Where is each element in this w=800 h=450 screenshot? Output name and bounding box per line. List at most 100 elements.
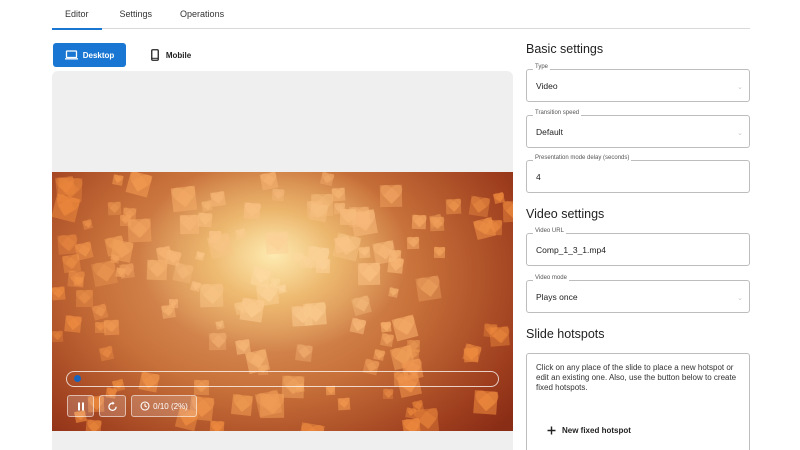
video-mode-label: Video mode xyxy=(533,275,569,281)
bokeh-heart xyxy=(415,275,442,302)
bokeh-heart xyxy=(388,287,400,299)
bokeh-heart xyxy=(358,247,370,259)
video-url-label: Video URL xyxy=(533,228,566,234)
type-label: Type xyxy=(533,64,551,70)
bokeh-heart xyxy=(67,270,85,289)
bokeh-heart xyxy=(308,202,329,222)
bokeh-heart xyxy=(194,251,205,262)
video-preview[interactable]: 0/10 (2%) xyxy=(52,172,513,431)
bokeh-heart xyxy=(52,193,81,223)
desktop-icon xyxy=(64,50,78,60)
type-value: Video xyxy=(536,81,558,91)
bokeh-heart xyxy=(350,295,373,317)
bokeh-heart xyxy=(411,215,427,230)
bokeh-heart xyxy=(90,259,118,287)
bokeh-heart xyxy=(235,227,247,240)
bokeh-heart xyxy=(334,202,346,215)
video-progress-bar[interactable] xyxy=(66,371,499,387)
bokeh-heart xyxy=(298,422,325,431)
bokeh-heart xyxy=(277,284,288,295)
bokeh-heart xyxy=(64,314,83,333)
bokeh-heart xyxy=(231,393,253,416)
tab-editor[interactable]: Editor xyxy=(52,0,102,30)
bokeh-heart xyxy=(468,195,491,217)
bokeh-heart xyxy=(104,234,126,257)
bokeh-heart xyxy=(75,289,93,307)
bokeh-heart xyxy=(315,258,330,273)
mobile-button[interactable]: Mobile xyxy=(142,43,200,67)
presentation-delay-label: Presentation mode delay (seconds) xyxy=(533,155,632,161)
mobile-label: Mobile xyxy=(165,50,192,60)
video-settings-title: Video settings xyxy=(526,207,605,221)
presentation-delay-value: 4 xyxy=(536,172,541,182)
video-url-input[interactable]: Video URL Comp_1_3_1.mp4 xyxy=(526,228,750,266)
bokeh-heart xyxy=(98,345,115,363)
basic-settings-title: Basic settings xyxy=(526,42,604,56)
bokeh-heart xyxy=(271,188,285,202)
bokeh-heart xyxy=(209,420,224,431)
bokeh-heart xyxy=(104,319,120,335)
bokeh-heart xyxy=(319,172,335,187)
bokeh-heart xyxy=(401,417,422,431)
bokeh-heart xyxy=(118,262,135,279)
bokeh-heart xyxy=(110,254,120,264)
bokeh-heart xyxy=(380,184,403,208)
transition-speed-select[interactable]: Transition speed Default ⌄ xyxy=(526,110,750,148)
bokeh-heart xyxy=(502,200,513,223)
time-label: 0/10 (2%) xyxy=(153,401,188,411)
chevron-down-icon: ⌄ xyxy=(737,295,743,302)
video-mode-value: Plays once xyxy=(536,292,578,302)
bokeh-heart xyxy=(350,317,367,334)
bokeh-heart xyxy=(429,217,445,233)
bokeh-heart xyxy=(197,212,213,227)
transition-speed-value: Default xyxy=(536,127,563,137)
new-fixed-hotspot-button[interactable]: New fixed hotspot xyxy=(547,426,631,435)
type-select[interactable]: Type Video ⌄ xyxy=(526,64,750,102)
bokeh-heart xyxy=(52,330,64,342)
bokeh-heart xyxy=(483,323,498,338)
pause-icon xyxy=(77,402,84,410)
bokeh-heart xyxy=(334,235,352,253)
bokeh-heart xyxy=(208,332,227,351)
bokeh-heart xyxy=(112,174,124,186)
bokeh-heart xyxy=(179,215,199,235)
pause-button[interactable] xyxy=(67,395,94,417)
replay-icon xyxy=(108,400,117,411)
plus-icon xyxy=(547,426,556,435)
bokeh-heart xyxy=(407,236,420,250)
bokeh-heart xyxy=(206,232,234,260)
bokeh-heart xyxy=(214,320,225,331)
desktop-button[interactable]: Desktop xyxy=(53,43,126,67)
bokeh-heart xyxy=(82,218,94,230)
bokeh-heart xyxy=(383,388,394,400)
transition-speed-label: Transition speed xyxy=(533,110,582,116)
bokeh-heart xyxy=(146,259,168,281)
video-mode-select[interactable]: Video mode Plays once ⌄ xyxy=(526,275,750,313)
chevron-down-icon: ⌄ xyxy=(737,130,743,137)
presentation-delay-input[interactable]: Presentation mode delay (seconds) 4 xyxy=(526,155,750,193)
hotspot-description: Click on any place of the slide to place… xyxy=(536,363,737,392)
tab-settings[interactable]: Settings xyxy=(107,0,166,29)
bokeh-heart xyxy=(85,419,102,431)
slide-canvas[interactable]: 0/10 (2%) xyxy=(52,71,513,450)
bokeh-heart xyxy=(199,283,224,308)
bokeh-heart xyxy=(372,348,386,362)
bokeh-heart xyxy=(472,390,499,416)
tab-operations[interactable]: Operations xyxy=(168,0,236,29)
bokeh-heart xyxy=(331,187,346,202)
mobile-icon xyxy=(150,49,159,61)
bokeh-heart xyxy=(57,233,79,255)
bokeh-heart xyxy=(243,201,261,220)
bokeh-heart xyxy=(445,198,462,215)
bokeh-heart xyxy=(125,172,153,198)
desktop-label: Desktop xyxy=(82,50,115,60)
clock-icon xyxy=(140,401,150,411)
bokeh-heart xyxy=(234,338,251,355)
bokeh-heart xyxy=(379,332,394,347)
replay-button[interactable] xyxy=(99,395,126,417)
time-display: 0/10 (2%) xyxy=(131,395,197,417)
bokeh-heart xyxy=(210,191,226,207)
progress-knob[interactable] xyxy=(74,375,81,382)
bokeh-heart xyxy=(433,246,446,258)
bokeh-heart xyxy=(472,217,496,240)
